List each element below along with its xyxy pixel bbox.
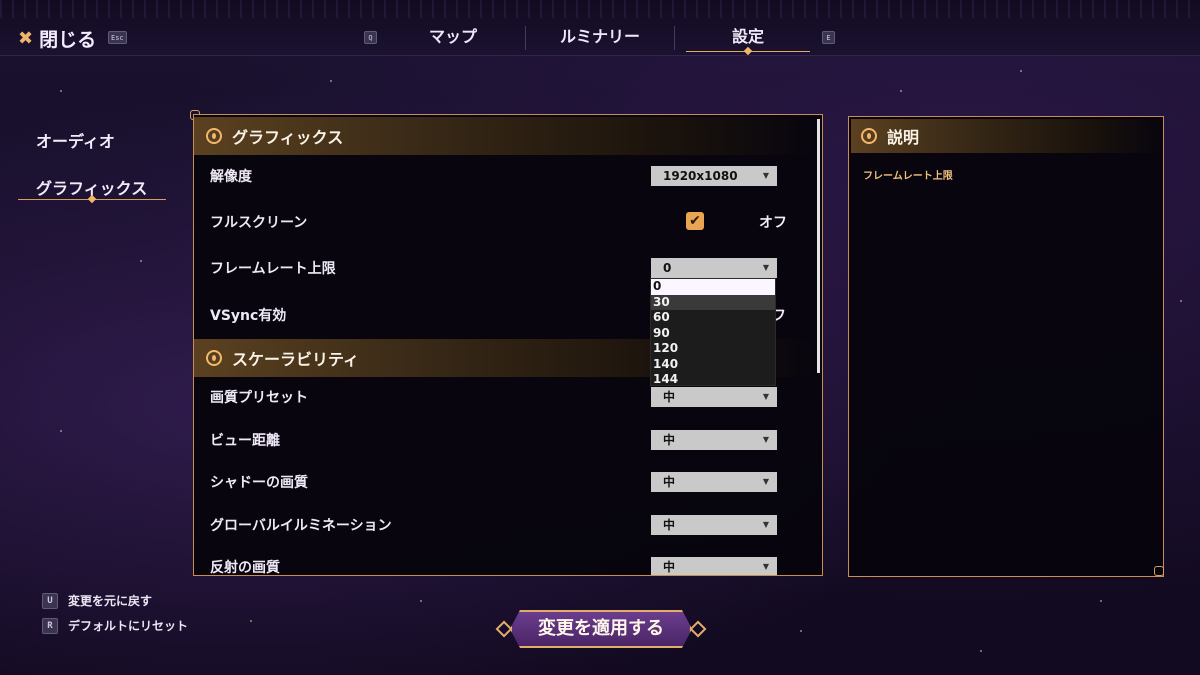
chevron-down-icon: ▼ (762, 263, 769, 272)
close-label: 閉じる (39, 28, 97, 51)
chevron-down-icon: ▼ (762, 562, 769, 571)
quality-preset-label: 画質プリセット (210, 390, 308, 406)
prev-tab-key-hint: Q (364, 31, 377, 44)
shadow-quality-label: シャドーの画質 (210, 475, 308, 491)
framerate-option[interactable]: 30 (651, 294, 775, 310)
tab-map[interactable]: マップ (402, 24, 504, 52)
diamond-ornament-icon (495, 620, 513, 638)
diamond-ornament-icon (689, 620, 707, 638)
view-distance-label: ビュー距離 (210, 433, 280, 449)
resolution-label: 解像度 (210, 169, 252, 185)
framerate-option[interactable]: 60 (651, 310, 775, 326)
tab-divider (525, 26, 526, 50)
shadow-quality-value: 中 (663, 475, 676, 489)
esc-key-hint: Esc (108, 31, 127, 44)
section-title: スケーラビリティ (232, 350, 360, 369)
fullscreen-state-text: オフ (759, 215, 787, 231)
description-header: 説明 (851, 119, 1161, 153)
flame-icon (206, 350, 222, 366)
description-panel: 説明 フレームレート上限 (848, 116, 1164, 577)
settings-scrollbar[interactable] (817, 119, 820, 373)
section-title: グラフィックス (232, 128, 344, 147)
section-header-graphics: グラフィックス (194, 117, 814, 155)
reset-defaults-button[interactable]: R デフォルトにリセット (42, 617, 188, 634)
chevron-down-icon: ▼ (762, 477, 769, 486)
flame-icon (861, 128, 877, 144)
flame-icon (206, 128, 222, 144)
resolution-value: 1920x1080 (663, 169, 738, 183)
framerate-option[interactable]: 0 (651, 279, 775, 295)
active-tab-indicator (686, 51, 810, 52)
view-distance-value: 中 (663, 433, 676, 447)
framerate-value: 0 (663, 261, 672, 275)
global-illumination-value: 中 (663, 518, 676, 532)
shadow-quality-dropdown[interactable]: 中 ▼ (651, 472, 777, 492)
description-text: フレームレート上限 (863, 171, 953, 182)
quality-preset-dropdown[interactable]: 中 ▼ (651, 387, 777, 407)
description-title: 説明 (887, 128, 920, 147)
active-sidebar-indicator (18, 199, 166, 200)
chevron-down-icon: ▼ (762, 435, 769, 444)
framerate-label: フレームレート上限 (210, 261, 336, 277)
close-icon: ✖ (18, 27, 34, 49)
undo-key-hint: U (42, 592, 58, 609)
framerate-options-list: 0 30 60 90 120 140 144 (650, 278, 776, 386)
global-illumination-dropdown[interactable]: 中 ▼ (651, 515, 777, 535)
reflection-quality-value: 中 (663, 560, 676, 574)
reflection-quality-dropdown[interactable]: 中 ▼ (651, 557, 777, 575)
chevron-down-icon: ▼ (762, 520, 769, 529)
reset-label: デフォルトにリセット (68, 619, 189, 633)
sidebar-item-audio[interactable]: オーディオ (36, 128, 115, 152)
framerate-option[interactable]: 90 (651, 326, 775, 342)
view-distance-dropdown[interactable]: 中 ▼ (651, 430, 777, 450)
next-tab-key-hint: E (822, 31, 835, 44)
framerate-option[interactable]: 140 (651, 357, 775, 373)
apply-changes-button[interactable]: 変更を適用する (510, 610, 692, 648)
chevron-down-icon: ▼ (762, 171, 769, 180)
close-button[interactable]: ✖ 閉じる (18, 26, 97, 51)
top-decorative-pattern (0, 0, 1200, 18)
reset-key-hint: R (42, 617, 58, 634)
quality-preset-value: 中 (663, 390, 676, 404)
undo-changes-button[interactable]: U 変更を元に戻す (42, 592, 152, 609)
framerate-dropdown[interactable]: 0 ▼ (651, 258, 777, 278)
panel-corner-ornament (1154, 566, 1164, 576)
framerate-option[interactable]: 120 (651, 341, 775, 357)
framerate-option[interactable]: 144 (651, 372, 775, 388)
undo-label: 変更を元に戻す (68, 594, 153, 608)
reflection-quality-label: 反射の画質 (210, 560, 280, 576)
fullscreen-label: フルスクリーン (210, 215, 308, 231)
apply-button-wrapper: 変更を適用する (495, 610, 707, 648)
fullscreen-checkbox[interactable]: ✔ (686, 212, 704, 230)
global-illumination-label: グローバルイルミネーション (210, 518, 392, 534)
chevron-down-icon: ▼ (762, 392, 769, 401)
tab-divider (674, 26, 675, 50)
tab-luminary[interactable]: ルミナリー (530, 24, 670, 52)
resolution-dropdown[interactable]: 1920x1080 ▼ (651, 166, 777, 186)
vsync-label: VSync有効 (210, 308, 287, 324)
checkmark-icon: ✔ (689, 213, 701, 229)
